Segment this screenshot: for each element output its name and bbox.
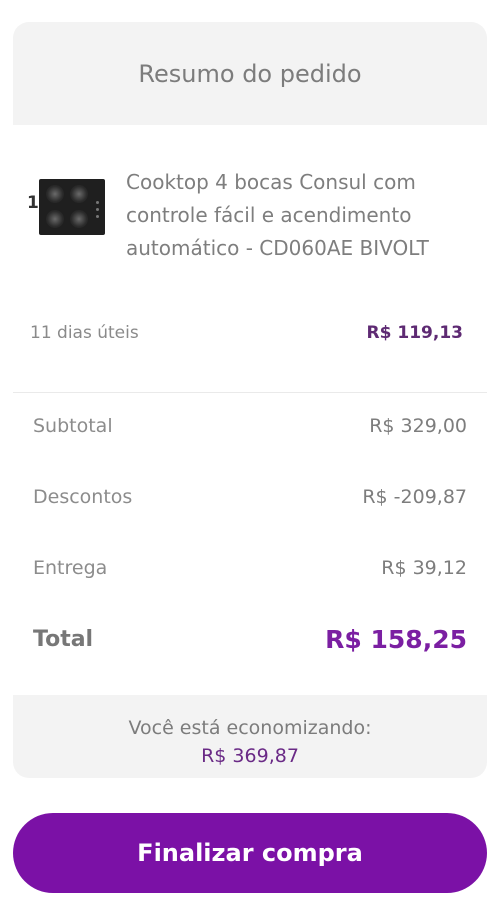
- burner-icon: [46, 185, 64, 203]
- order-summary-title: Resumo do pedido: [138, 59, 362, 88]
- order-summary-card: Resumo do pedido 1 Cooktop 4 bocas Consu…: [13, 22, 487, 778]
- total-label: Total: [33, 627, 94, 652]
- savings-banner: Você está economizando: R$ 369,87: [13, 695, 487, 778]
- subtotal-label: Subtotal: [33, 415, 113, 437]
- delivery-label: Entrega: [33, 557, 108, 579]
- subtotal-value: R$ 329,00: [369, 415, 467, 437]
- checkout-button[interactable]: Finalizar compra: [13, 813, 487, 893]
- total-row: Total R$ 158,25: [33, 625, 467, 654]
- burner-icon: [70, 185, 88, 203]
- total-value: R$ 158,25: [325, 625, 467, 654]
- discounts-label: Descontos: [33, 486, 133, 508]
- subtotal-row: Subtotal R$ 329,00: [33, 415, 467, 437]
- divider: [13, 392, 487, 393]
- discounts-value: R$ -209,87: [362, 486, 467, 508]
- delivery-time: 11 dias úteis: [30, 323, 139, 343]
- order-summary-header: Resumo do pedido: [13, 22, 487, 125]
- savings-label: Você está economizando:: [128, 717, 372, 739]
- item-quantity: 1: [27, 193, 39, 213]
- cart-item: 1 Cooktop 4 bocas Consul com controle fá…: [13, 125, 487, 410]
- product-name[interactable]: Cooktop 4 bocas Consul com controle fáci…: [126, 166, 456, 265]
- cooktop-product-image[interactable]: [39, 179, 105, 235]
- order-summary-body: 1 Cooktop 4 bocas Consul com controle fá…: [13, 125, 487, 695]
- item-shipping-price: R$ 119,13: [366, 323, 463, 343]
- delivery-row: Entrega R$ 39,12: [33, 557, 467, 579]
- discounts-row: Descontos R$ -209,87: [33, 486, 467, 508]
- delivery-value: R$ 39,12: [381, 557, 467, 579]
- burner-icon: [70, 210, 88, 228]
- control-knobs-icon: [96, 201, 99, 218]
- savings-value: R$ 369,87: [201, 745, 299, 767]
- burner-icon: [46, 210, 64, 228]
